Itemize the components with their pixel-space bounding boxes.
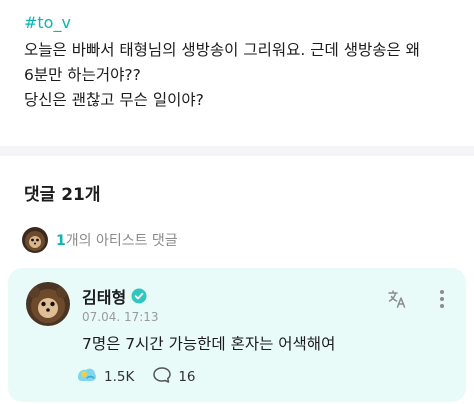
author-name[interactable]: 김태형 — [82, 284, 126, 308]
artist-comments-filter[interactable]: 1개의 아티스트 댓글 — [22, 226, 178, 254]
artist-comments-number: 1 — [56, 233, 66, 249]
comment-text: 7명은 7시간 가능한데 혼자는 어색해여 — [82, 335, 336, 353]
like-count: 1.5K — [104, 369, 135, 385]
post-text-line-2: 6분만 하는거야?? — [24, 66, 141, 84]
comment-actions: 1.5K 16 — [76, 366, 214, 388]
comment-author: 김태형 — [82, 284, 147, 308]
post-body: #to_v 오늘은 바빠서 태형님의 생방송이 그리워요. 근데 생방송은 왜 … — [24, 12, 454, 113]
reply-button[interactable]: 16 — [152, 366, 196, 388]
section-divider — [0, 146, 474, 156]
comments-count-heading: 댓글 21개 — [24, 185, 101, 205]
author-avatar[interactable] — [26, 282, 70, 326]
artist-avatar-small — [22, 227, 48, 253]
translate-icon[interactable] — [386, 288, 408, 310]
artist-comments-suffix: 개의 아티스트 댓글 — [65, 233, 178, 249]
like-button[interactable]: 1.5K — [76, 366, 134, 388]
more-vertical-icon[interactable] — [438, 288, 446, 310]
artist-comment-card: 김태형 07.04. 17:13 7명은 7시간 가능한데 혼자는 어색해여 1… — [8, 268, 466, 402]
comment-bubble-icon — [152, 366, 172, 388]
reaction-icon — [76, 366, 98, 388]
post-text-line-1: 오늘은 바빠서 태형님의 생방송이 그리워요. 근데 생방송은 왜 — [24, 41, 420, 59]
post-text-line-3: 당신은 괜찮고 무슨 일이야? — [24, 91, 204, 109]
hashtag-link[interactable]: #to_v — [24, 12, 454, 34]
comment-timestamp: 07.04. 17:13 — [82, 310, 159, 324]
reply-count: 16 — [178, 369, 196, 385]
verified-badge-icon — [131, 288, 147, 304]
artist-comments-label: 1개의 아티스트 댓글 — [56, 230, 178, 250]
